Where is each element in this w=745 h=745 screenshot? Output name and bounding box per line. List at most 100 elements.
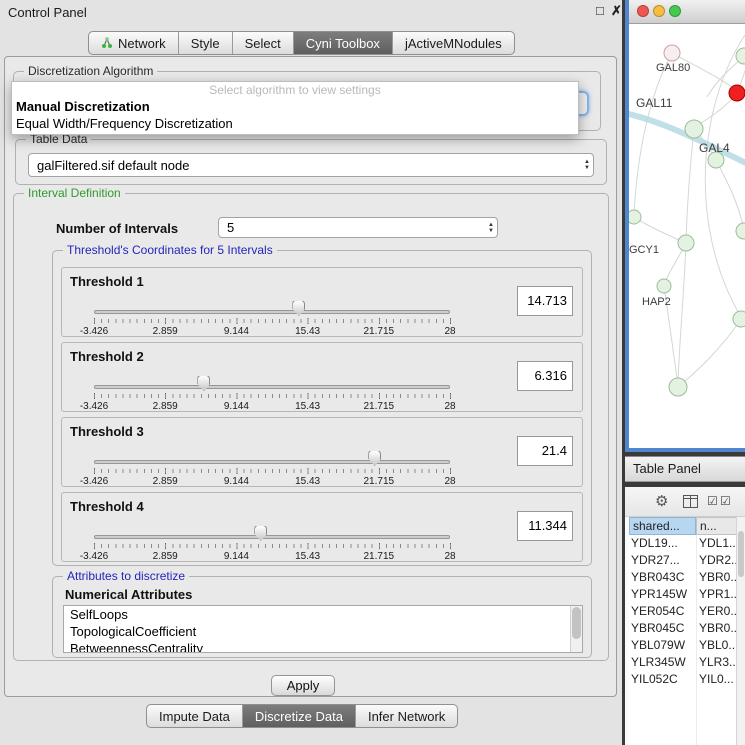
float-window-icon[interactable]: □ bbox=[596, 3, 604, 18]
tick-label: -3.426 bbox=[80, 476, 108, 487]
threshold-4-slider[interactable]: -3.426 2.859 9.144 15.43 21.715 28 bbox=[94, 493, 450, 563]
slider-track[interactable] bbox=[94, 460, 450, 464]
node-label-hap2: HAP2 bbox=[642, 296, 671, 308]
threshold-2-panel: Threshold 2 -3.426 2.859 9.144 15.43 21.… bbox=[61, 342, 583, 412]
tab-infer-network[interactable]: Infer Network bbox=[356, 705, 457, 727]
threshold-4-value-field[interactable]: 11.344 bbox=[517, 511, 573, 541]
tick-label: 28 bbox=[444, 401, 455, 412]
network-node[interactable] bbox=[685, 120, 703, 138]
tab-jactivemnodules[interactable]: jActiveMNodules bbox=[393, 32, 514, 54]
tick-label: 2.859 bbox=[153, 326, 178, 337]
tab-impute-data[interactable]: Impute Data bbox=[147, 705, 243, 727]
thresholds-group-legend: Threshold's Coordinates for 5 Intervals bbox=[63, 243, 277, 257]
cell: YBL0... bbox=[699, 637, 739, 654]
table-data-value: galFiltered.sif default node bbox=[37, 154, 189, 176]
discretization-algorithm-legend: Discretization Algorithm bbox=[24, 64, 157, 78]
slider-track[interactable] bbox=[94, 535, 450, 539]
network-node[interactable] bbox=[678, 235, 694, 251]
numerical-attributes-label: Numerical Attributes bbox=[65, 587, 192, 602]
dropdown-option-equal-width-frequency[interactable]: Equal Width/Frequency Discretization bbox=[12, 115, 578, 132]
tab-jactivemnodules-label: jActiveMNodules bbox=[405, 36, 502, 51]
slider-track[interactable] bbox=[94, 310, 450, 314]
cell: YBL079W bbox=[631, 637, 695, 654]
tick-label: 28 bbox=[444, 476, 455, 487]
list-item-topologicalcoefficient[interactable]: TopologicalCoefficient bbox=[64, 623, 582, 640]
gear-icon[interactable]: ⚙ bbox=[655, 492, 668, 510]
network-canvas[interactable]: GAL80 GAL11 GAL4 GCY1 HAP2 bbox=[629, 25, 745, 448]
table-scrollbar[interactable] bbox=[736, 517, 745, 745]
select-all-checkbox-icon[interactable]: ☑ bbox=[707, 494, 718, 508]
slider-track[interactable] bbox=[94, 385, 450, 389]
table-panel: ⚙ ☑ ☑ shared... n... YDL19...YDL1... YDR… bbox=[625, 487, 745, 745]
tick-label: 15.43 bbox=[295, 326, 320, 337]
cell: YPR1... bbox=[699, 586, 739, 603]
apply-button[interactable]: Apply bbox=[271, 675, 335, 696]
cell: YLR3... bbox=[699, 654, 739, 671]
scrollbar-thumb[interactable] bbox=[572, 607, 581, 639]
table-row[interactable]: YDL19...YDL1... bbox=[629, 535, 741, 552]
tick-label: 15.43 bbox=[295, 551, 320, 562]
tick-label: -3.426 bbox=[80, 401, 108, 412]
network-node[interactable] bbox=[629, 210, 641, 224]
table-panel-titlebar[interactable]: Table Panel bbox=[625, 456, 745, 482]
thick-edge bbox=[629, 113, 745, 165]
threshold-2-slider[interactable]: -3.426 2.859 9.144 15.43 21.715 28 bbox=[94, 343, 450, 413]
select-none-checkbox-icon[interactable]: ☑ bbox=[720, 494, 731, 508]
slider-minor-ticks bbox=[94, 319, 451, 323]
network-node[interactable] bbox=[736, 223, 745, 239]
network-node[interactable] bbox=[669, 378, 687, 396]
threshold-1-slider[interactable]: -3.426 2.859 9.144 15.43 21.715 28 bbox=[94, 268, 450, 338]
column-header-shared[interactable]: shared... bbox=[629, 517, 696, 535]
threshold-3-slider[interactable]: -3.426 2.859 9.144 15.43 21.715 28 bbox=[94, 418, 450, 488]
threshold-3-value-field[interactable]: 21.4 bbox=[517, 436, 573, 466]
list-item-selfloops[interactable]: SelfLoops bbox=[64, 606, 582, 623]
slider-minor-ticks bbox=[94, 469, 451, 473]
number-of-intervals-combobox[interactable]: 5 ▲ ▼ bbox=[218, 217, 498, 238]
table-data-combobox[interactable]: galFiltered.sif default node ▲ ▼ bbox=[28, 153, 594, 177]
tab-style[interactable]: Style bbox=[179, 32, 233, 54]
table-row[interactable]: YLR345WYLR3... bbox=[629, 654, 741, 671]
tick-label: 21.715 bbox=[364, 551, 395, 562]
slider-minor-ticks bbox=[94, 394, 451, 398]
table-body: YDL19...YDL1... YDR27...YDR2... YBR043CY… bbox=[629, 535, 741, 745]
network-node-selected-red[interactable] bbox=[729, 85, 745, 101]
table-data-group: Table Data galFiltered.sif default node … bbox=[15, 139, 607, 185]
node-label-gal80: GAL80 bbox=[656, 62, 690, 74]
threshold-2-value-field[interactable]: 6.316 bbox=[517, 361, 573, 391]
close-traffic-light-icon[interactable] bbox=[637, 5, 649, 17]
network-node[interactable] bbox=[657, 279, 671, 293]
tab-cyni-toolbox-label: Cyni Toolbox bbox=[306, 36, 380, 51]
node-label-gal4: GAL4 bbox=[699, 141, 730, 155]
slider-minor-ticks bbox=[94, 544, 451, 548]
tick-label: 21.715 bbox=[364, 326, 395, 337]
close-icon[interactable]: ✗ bbox=[611, 3, 622, 19]
threshold-1-value-field[interactable]: 14.713 bbox=[517, 286, 573, 316]
attributes-scrollbar[interactable] bbox=[570, 606, 582, 652]
table-row[interactable]: YBR043CYBR0... bbox=[629, 569, 741, 586]
table-row[interactable]: YDR27...YDR2... bbox=[629, 552, 741, 569]
network-node[interactable] bbox=[733, 311, 745, 327]
cell: YIL0... bbox=[699, 671, 739, 688]
stepper-down-icon: ▼ bbox=[488, 228, 494, 234]
zoom-traffic-light-icon[interactable] bbox=[669, 5, 681, 17]
tab-discretize-data-label: Discretize Data bbox=[255, 709, 343, 724]
cell: YDR2... bbox=[699, 552, 739, 569]
minimize-traffic-light-icon[interactable] bbox=[653, 5, 665, 17]
network-window-titlebar[interactable] bbox=[629, 0, 745, 24]
table-row[interactable]: YER054CYER0... bbox=[629, 603, 741, 620]
dropdown-option-manual-discretization[interactable]: Manual Discretization bbox=[12, 98, 578, 115]
table-row[interactable]: YBR045CYBR0... bbox=[629, 620, 741, 637]
columns-icon[interactable] bbox=[683, 495, 698, 508]
table-row[interactable]: YPR145WYPR1... bbox=[629, 586, 741, 603]
network-node-gal80[interactable] bbox=[664, 45, 680, 61]
table-row[interactable]: YIL052CYIL0... bbox=[629, 671, 741, 688]
scrollbar-thumb[interactable] bbox=[738, 531, 744, 577]
tab-discretize-data[interactable]: Discretize Data bbox=[243, 705, 356, 727]
column-header-name[interactable]: n... bbox=[696, 517, 741, 535]
table-row[interactable]: YBL079WYBL0... bbox=[629, 637, 741, 654]
tab-network[interactable]: Network bbox=[89, 32, 179, 54]
tab-select[interactable]: Select bbox=[233, 32, 294, 54]
tab-cyni-toolbox[interactable]: Cyni Toolbox bbox=[294, 32, 393, 54]
tick-label: 21.715 bbox=[364, 401, 395, 412]
list-item-betweennesscentrality[interactable]: BetweennessCentrality bbox=[64, 640, 582, 653]
